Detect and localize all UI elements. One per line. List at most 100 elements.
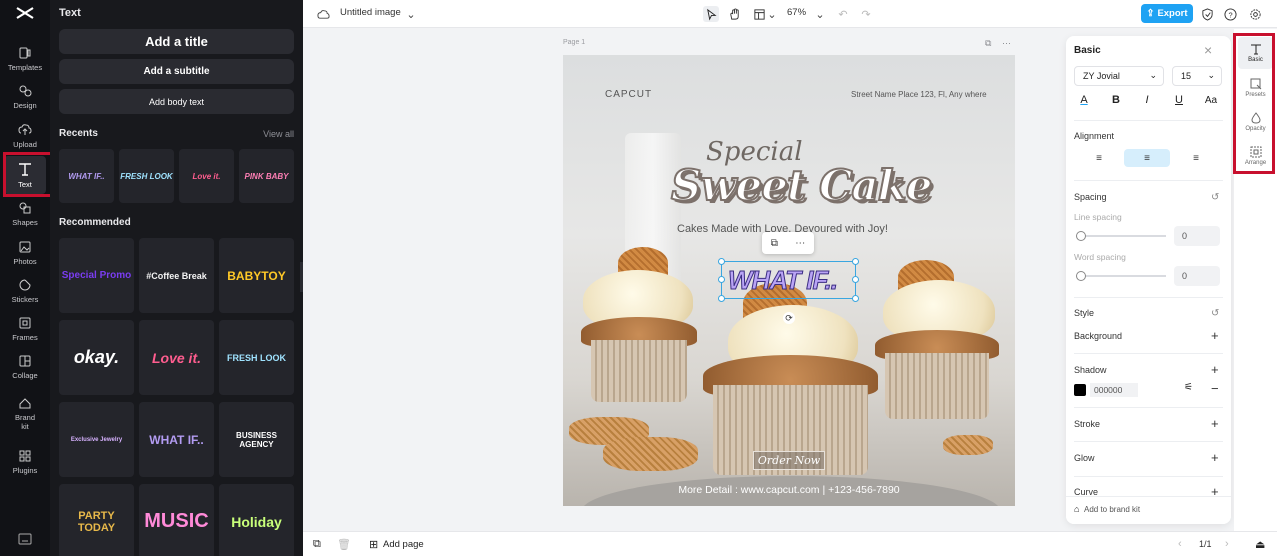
rail-item-design[interactable]: Design	[4, 78, 46, 116]
shadow-color-swatch[interactable]	[1074, 384, 1086, 396]
add-to-brand-kit-button[interactable]: Add to brand kit	[1084, 505, 1140, 514]
collapse-pages-icon[interactable]: ⏏	[1255, 538, 1265, 551]
add-glow-icon[interactable]: +	[1211, 450, 1219, 465]
recommended-text-style[interactable]: okay.	[59, 320, 134, 395]
help-icon[interactable]: ?	[1222, 6, 1238, 22]
add-stroke-icon[interactable]: +	[1211, 416, 1219, 431]
select-pointer-icon[interactable]	[703, 6, 719, 22]
right-rail-basic[interactable]: Basic	[1238, 37, 1273, 69]
recommended-text-style[interactable]: FRESH LOOK	[219, 320, 294, 395]
close-icon[interactable]: ×	[1204, 42, 1212, 58]
redo-icon[interactable]: ↷	[858, 6, 874, 22]
rail-item-plugins[interactable]: Plugins	[4, 443, 46, 481]
reset-icon[interactable]: ↺	[1211, 192, 1219, 203]
rail-item-text[interactable]: Text	[4, 156, 46, 194]
recommended-text-style[interactable]: PARTY TODAY	[59, 484, 134, 556]
reset-icon[interactable]: ↺	[1211, 308, 1219, 319]
text-case-icon[interactable]: Aa	[1203, 92, 1219, 108]
right-rail-arrange[interactable]: Arrange	[1238, 140, 1273, 172]
resize-handle[interactable]	[852, 276, 859, 283]
font-size-select[interactable]: 15 ⌄	[1172, 66, 1222, 86]
word-spacing-slider[interactable]	[1076, 271, 1166, 281]
duplicate-page-icon[interactable]: ⧉	[985, 38, 991, 48]
poster-address[interactable]: Street Name Place 123, Fl, Any where	[851, 90, 987, 99]
recommended-text-style[interactable]: Love it.	[139, 320, 214, 395]
line-spacing-input[interactable]: 0	[1174, 226, 1220, 246]
recommended-text-style[interactable]: MUSIC	[139, 484, 214, 556]
recommended-text-style[interactable]: BABYTOY	[219, 238, 294, 313]
capcut-logo-icon[interactable]	[16, 6, 34, 20]
rail-item-shapes[interactable]: Shapes	[4, 195, 46, 233]
more-options-icon[interactable]: ⋯	[795, 238, 805, 249]
slider-knob[interactable]	[1076, 231, 1086, 241]
recommended-text-style[interactable]: WHAT IF..	[139, 402, 214, 477]
order-now-button[interactable]: Order Now	[753, 451, 825, 470]
slider-knob[interactable]	[1076, 271, 1086, 281]
resize-handle[interactable]	[718, 258, 725, 265]
chevron-right-icon[interactable]: ›	[1225, 538, 1229, 550]
add-page-button[interactable]: Add page	[383, 539, 424, 550]
resize-handle[interactable]	[718, 276, 725, 283]
recent-text-style[interactable]: Love it.	[179, 149, 234, 203]
recommended-text-style[interactable]: Special Promo	[59, 238, 134, 313]
selected-text[interactable]: WHAT IF..	[728, 265, 839, 296]
rail-item-collage[interactable]: Collage	[4, 348, 46, 386]
add-page-icon[interactable]: ⊞	[369, 538, 378, 551]
font-family-select[interactable]: ZY Jovial ⌄	[1074, 66, 1164, 86]
export-button[interactable]: ⇪ Export	[1141, 4, 1193, 23]
rail-item-frames[interactable]: Frames	[4, 310, 46, 348]
chevron-left-icon[interactable]: ‹	[1178, 538, 1182, 550]
shadow-settings-icon[interactable]: ⚟	[1184, 382, 1193, 393]
chevron-down-icon[interactable]: ⌄	[403, 6, 419, 22]
rotate-handle-icon[interactable]: ⟳	[783, 312, 795, 324]
add-subtitle-button[interactable]: Add a subtitle	[59, 59, 294, 84]
right-rail-presets[interactable]: Presets	[1238, 72, 1273, 104]
recommended-text-style[interactable]: Exclusive Jewelry	[59, 402, 134, 477]
recommended-text-style[interactable]: Holiday	[219, 484, 294, 556]
rail-item-brand-kit[interactable]: Brand kit	[4, 391, 46, 435]
hand-pan-icon[interactable]	[726, 6, 742, 22]
copy-icon[interactable]: ⧉	[771, 238, 778, 249]
right-rail-opacity[interactable]: Opacity	[1238, 106, 1273, 138]
align-center-icon[interactable]: ≡	[1124, 149, 1170, 167]
italic-icon[interactable]: I	[1139, 92, 1155, 108]
poster-footer-text[interactable]: More Detail : www.capcut.com | +123-456-…	[563, 484, 1015, 496]
selected-text-element[interactable]: WHAT IF..	[718, 258, 859, 302]
cloud-icon[interactable]	[315, 6, 331, 22]
add-shadow-icon[interactable]: +	[1211, 362, 1219, 377]
bold-icon[interactable]: B	[1108, 92, 1124, 108]
document-title[interactable]: Untitled image	[340, 7, 401, 18]
rail-item-templates[interactable]: Templates	[4, 40, 46, 78]
recent-text-style[interactable]: PINK BABY	[239, 149, 294, 203]
resize-handle[interactable]	[852, 295, 859, 302]
add-title-button[interactable]: Add a title	[59, 29, 294, 54]
text-color-icon[interactable]: A	[1076, 92, 1092, 108]
resize-handle[interactable]	[718, 295, 725, 302]
poster-logo[interactable]: CAPCUT	[605, 89, 652, 100]
underline-icon[interactable]: U	[1171, 92, 1187, 108]
trash-icon[interactable]: 🗑	[337, 538, 351, 551]
view-all-link[interactable]: View all	[263, 129, 294, 139]
shield-icon[interactable]	[1199, 6, 1215, 22]
align-left-icon[interactable]: ≡	[1076, 149, 1122, 167]
zoom-level[interactable]: 67%	[787, 7, 806, 18]
word-spacing-input[interactable]: 0	[1174, 266, 1220, 286]
add-background-icon[interactable]: +	[1211, 328, 1219, 343]
chevron-down-icon[interactable]: ⌄	[812, 6, 828, 22]
recent-text-style[interactable]: FRESH LOOK	[119, 149, 174, 203]
settings-gear-icon[interactable]	[1247, 6, 1263, 22]
line-spacing-slider[interactable]	[1076, 231, 1166, 241]
undo-icon[interactable]: ↶	[835, 6, 851, 22]
chevron-down-icon[interactable]: ⌄	[764, 6, 780, 22]
more-options-icon[interactable]: ⋯	[1002, 38, 1011, 48]
recent-text-style[interactable]: WHAT IF..	[59, 149, 114, 203]
keyboard-icon[interactable]	[18, 533, 32, 545]
remove-shadow-icon[interactable]: −	[1211, 381, 1219, 396]
shadow-color-input[interactable]: 000000	[1090, 383, 1138, 397]
rail-item-upload[interactable]: Upload	[4, 117, 46, 155]
resize-handle[interactable]	[852, 258, 859, 265]
rail-item-photos[interactable]: Photos	[4, 234, 46, 272]
add-body-text-button[interactable]: Add body text	[59, 89, 294, 114]
rail-item-stickers[interactable]: Stickers	[4, 272, 46, 310]
align-right-icon[interactable]: ≡	[1173, 149, 1219, 167]
